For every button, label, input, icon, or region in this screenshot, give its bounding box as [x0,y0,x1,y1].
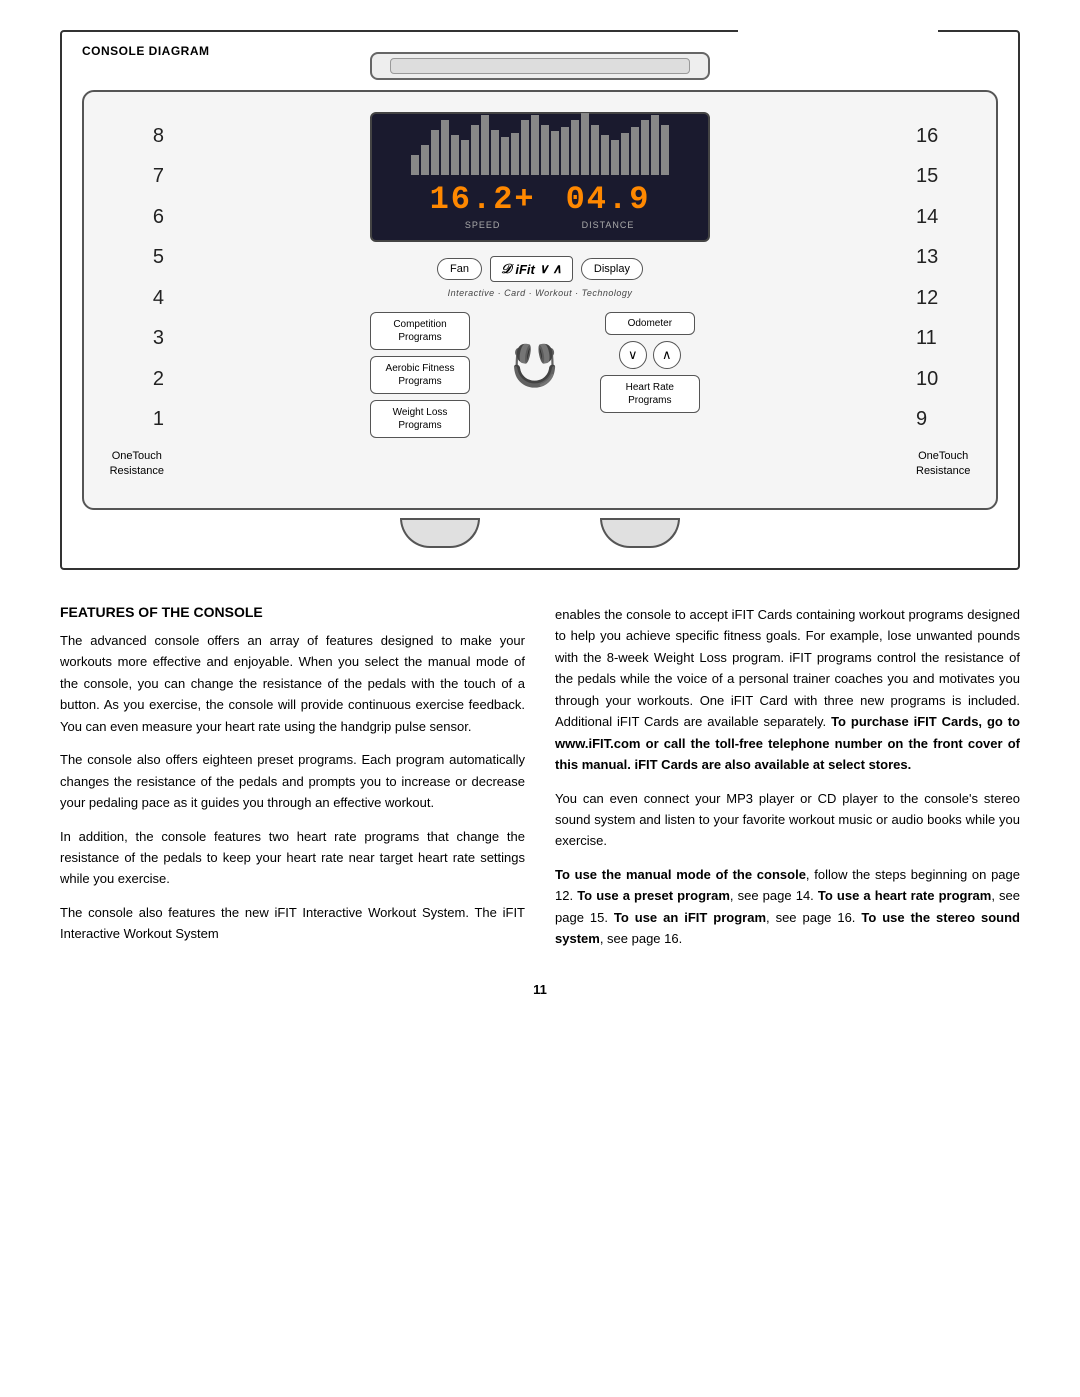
speed-label: SPEED [465,220,501,230]
right-para1: enables the console to accept iFIT Cards… [555,604,1020,776]
left-programs: CompetitionPrograms Aerobic FitnessProgr… [370,312,470,438]
up-arrow-button[interactable]: ∧ [653,341,681,369]
chart-bar [491,130,499,175]
chevron-down-icon[interactable]: ∨ [539,261,549,277]
ifit-brand: iFit [515,262,535,277]
chart-bar [641,120,649,175]
features-section: FEATURES OF THE CONSOLE The advanced con… [60,604,1020,962]
chart-bar [651,115,659,175]
onetouch-left-label: OneTouchResistance [110,449,164,478]
chart-bar [431,130,439,175]
bottom-handles [400,518,680,548]
chart-bar [561,127,569,175]
top-strip-inner [390,58,690,74]
chart-bar [631,127,639,175]
right-num-13: 13 [916,243,938,271]
display-button[interactable]: Display [581,258,643,280]
right-handle [600,518,680,548]
features-para2: The console also offers eighteen preset … [60,749,525,813]
right-num-14: 14 [916,203,938,231]
left-num-6: 6 [153,203,164,231]
chart-bar [411,155,419,175]
weight-loss-programs-button[interactable]: Weight LossPrograms [370,400,470,438]
competition-programs-button[interactable]: CompetitionPrograms [370,312,470,350]
onetouch-right-label: OneTouchResistance [916,449,970,478]
top-strip [370,52,710,80]
ifit-logo-icon: 𝒟 [501,261,511,277]
chart-bar [601,135,609,175]
right-num-9: 9 [916,405,927,433]
programs-row: CompetitionPrograms Aerobic FitnessProgr… [370,312,710,438]
odometer-button[interactable]: Odometer [605,312,695,335]
chart-bar [471,125,479,175]
headphone-jack-icon: 🎧 [510,342,560,389]
chart-bar [511,133,519,175]
chart-bar [571,120,579,175]
ifit-slot[interactable]: 𝒟 iFit ∨ ∧ [490,256,573,282]
left-num-2: 2 [153,365,164,393]
chart-bar [581,113,589,175]
left-num-3: 3 [153,324,164,352]
left-handle [400,518,480,548]
chart-bar [481,115,489,175]
chart-bar [531,115,539,175]
ifit-tagline: Interactive · Card · Workout · Technolog… [448,288,633,298]
features-title: FEATURES OF THE CONSOLE [60,604,525,620]
right-num-10: 10 [916,365,938,393]
left-num-1: 1 [153,405,164,433]
right-programs: Odometer ∨ ∧ Heart RatePrograms [600,312,700,413]
features-para3: In addition, the console features two he… [60,826,525,890]
speed-display: 16.2+ SPEED [430,181,536,230]
down-arrow-button[interactable]: ∨ [619,341,647,369]
distance-value: 04.9 [566,181,651,218]
left-num-8: 8 [153,122,164,150]
features-left-col: FEATURES OF THE CONSOLE The advanced con… [60,604,525,962]
features-para1: The advanced console offers an array of … [60,630,525,737]
right-num-11: 11 [916,324,937,352]
chart-bar [661,125,669,175]
left-num-4: 4 [153,284,164,312]
right-number-column: 16 15 14 13 12 11 10 9 OneTouchResistanc… [916,112,986,488]
chart-bar [551,131,559,175]
right-num-12: 12 [916,284,938,312]
display-numbers: 16.2+ SPEED 04.9 DISTANCE [382,181,698,230]
features-para4: The console also features the new iFIT I… [60,902,525,945]
chart-bar [441,120,449,175]
bar-chart [382,115,698,175]
chart-bar [611,140,619,175]
speed-value: 16.2+ [430,181,536,218]
distance-display: 04.9 DISTANCE [566,181,651,230]
chart-bar [621,133,629,175]
right-num-16: 16 [916,122,938,150]
right-para3: To use the manual mode of the console, f… [555,864,1020,950]
control-row: Fan 𝒟 iFit ∨ ∧ Display [370,256,710,282]
chart-bar [541,125,549,175]
chart-bar [421,145,429,175]
nav-arrows: ∨ ∧ [619,341,681,369]
aerobic-fitness-programs-button[interactable]: Aerobic FitnessPrograms [370,356,470,394]
chart-bar [501,137,509,175]
chevron-up-icon[interactable]: ∧ [552,261,562,277]
console-body: 8 7 6 5 4 3 2 1 OneTouchResistance [82,90,998,510]
fan-button[interactable]: Fan [437,258,482,280]
console-diagram-section: CONSOLE DIAGRAM 8 7 6 5 4 3 2 1 OneTouch [60,30,1020,570]
right-para2: You can even connect your MP3 player or … [555,788,1020,852]
console-center: 16.2+ SPEED 04.9 DISTANCE Fan [164,112,916,488]
left-num-7: 7 [153,162,164,190]
distance-label: DISTANCE [582,220,635,230]
console-diagram-inner: 8 7 6 5 4 3 2 1 OneTouchResistance [62,32,1018,568]
chart-bar [461,140,469,175]
heart-rate-programs-button[interactable]: Heart RatePrograms [600,375,700,413]
display-screen: 16.2+ SPEED 04.9 DISTANCE [370,112,710,242]
features-right-col: enables the console to accept iFIT Cards… [555,604,1020,962]
chart-bar [591,125,599,175]
page-number: 11 [60,982,1020,997]
left-number-column: 8 7 6 5 4 3 2 1 OneTouchResistance [94,112,164,488]
left-num-5: 5 [153,243,164,271]
chart-bar [451,135,459,175]
chart-bar [521,120,529,175]
right-num-15: 15 [916,162,938,190]
